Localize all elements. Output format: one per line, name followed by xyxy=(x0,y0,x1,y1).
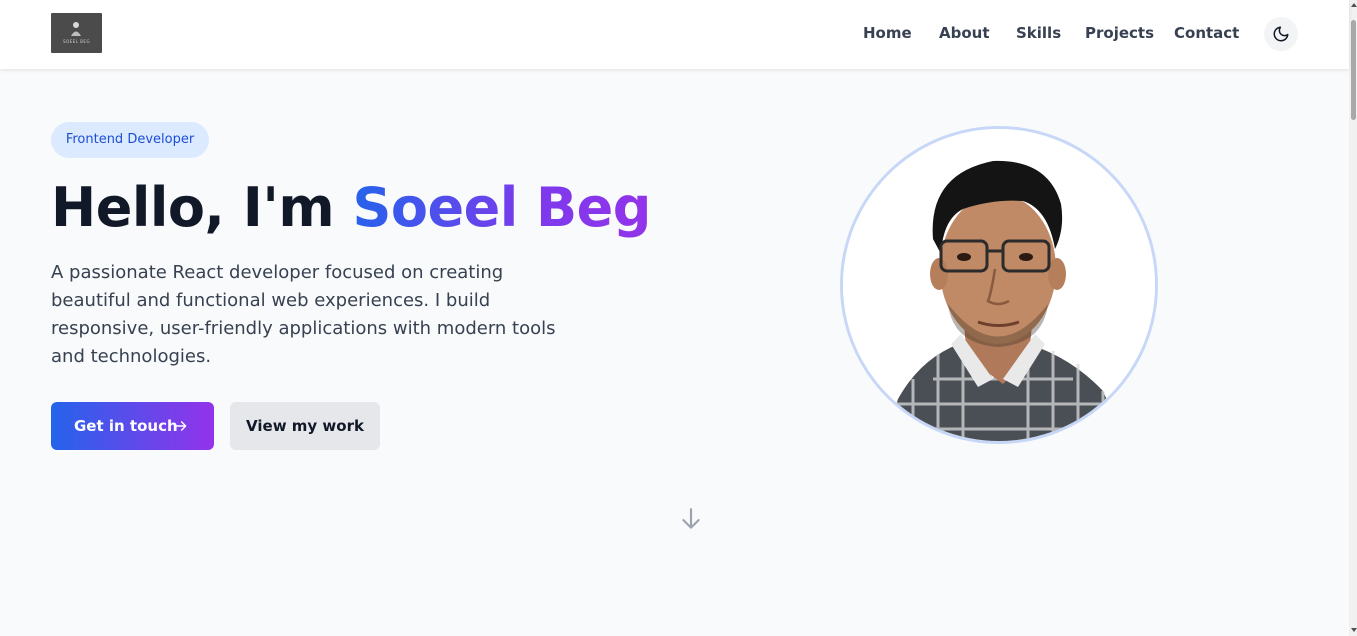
profile-photo xyxy=(840,126,1158,444)
nav-skills[interactable]: Skills xyxy=(1016,24,1061,42)
hero-headline: Hello, I'm Soeel Beg xyxy=(51,172,651,244)
scroll-down-icon[interactable] xyxy=(1351,627,1357,633)
site-header: SOEEL BEG Home About Skills Projects Con… xyxy=(0,0,1349,69)
nav-projects[interactable]: Projects xyxy=(1085,24,1154,42)
get-in-touch-button[interactable]: Get in touch xyxy=(51,402,214,450)
greeting-text: Hello, I'm xyxy=(51,176,335,239)
scrollbar-thumb[interactable] xyxy=(1351,20,1356,120)
role-badge: Frontend Developer xyxy=(51,122,209,158)
scroll-up-icon[interactable] xyxy=(1351,2,1357,8)
nav-home[interactable]: Home xyxy=(863,24,912,42)
hero-name: Soeel Beg xyxy=(352,176,651,239)
get-in-touch-label: Get in touch xyxy=(74,417,178,435)
hero-intro: A passionate React developer focused on … xyxy=(51,262,556,367)
nav-contact[interactable]: Contact xyxy=(1174,24,1239,42)
moon-icon xyxy=(1273,26,1289,42)
arrow-down-icon[interactable] xyxy=(678,506,704,532)
profile-photo-illustration xyxy=(843,129,1155,441)
arrow-right-icon xyxy=(175,421,187,431)
theme-toggle-button[interactable] xyxy=(1264,17,1298,51)
main-nav: Home About Skills Projects Contact xyxy=(0,0,1349,69)
view-my-work-button[interactable]: View my work xyxy=(230,402,380,450)
nav-about[interactable]: About xyxy=(939,24,990,42)
